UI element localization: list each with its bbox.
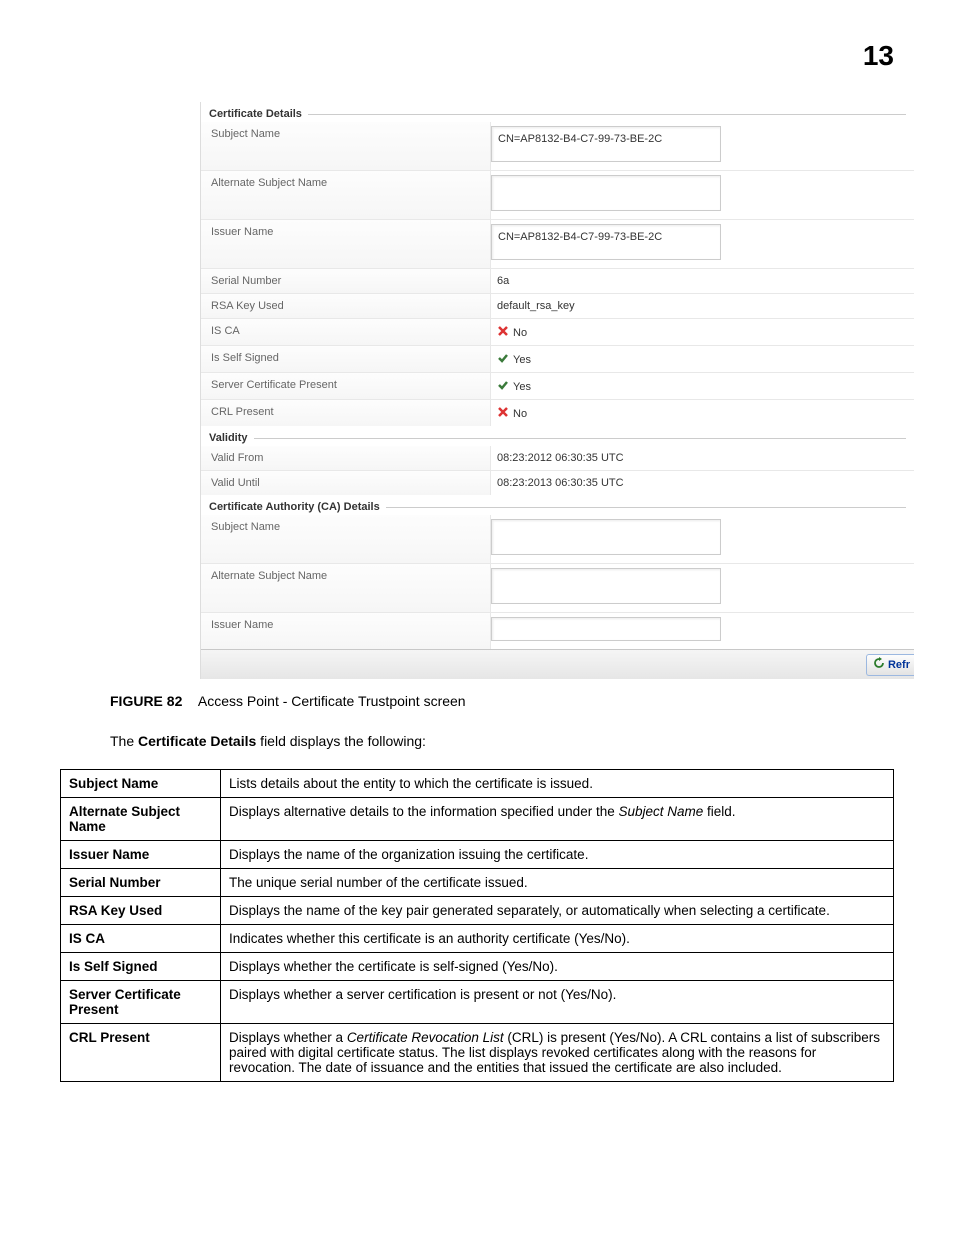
crl-present-value: No: [491, 400, 914, 426]
field-label: Subject Name: [201, 515, 491, 563]
table-row: Server Certificate PresentDisplays wheth…: [61, 981, 894, 1024]
valid-from-value: 08:23:2012 06:30:35 UTC: [491, 446, 914, 470]
divider-line: [254, 438, 906, 439]
term-cell: CRL Present: [61, 1024, 221, 1082]
field-label: Alternate Subject Name: [201, 564, 491, 612]
field-label: Alternate Subject Name: [201, 171, 491, 219]
subject-name-field[interactable]: CN=AP8132-B4-C7-99-73-BE-2C: [491, 126, 721, 162]
term-cell: RSA Key Used: [61, 897, 221, 925]
field-label: Issuer Name: [201, 613, 491, 649]
figure-caption: FIGURE 82 Access Point - Certificate Tru…: [110, 693, 894, 709]
table-row: RSA Key UsedDisplays the name of the key…: [61, 897, 894, 925]
field-label: Serial Number: [201, 269, 491, 293]
is-ca-value: No: [491, 319, 914, 345]
field-label: IS CA: [201, 319, 491, 345]
valid-until-value: 08:23:2013 06:30:35 UTC: [491, 471, 914, 495]
table-row: IS CAIndicates whether this certificate …: [61, 925, 894, 953]
table-row: CRL PresentDisplays whether a Certificat…: [61, 1024, 894, 1082]
intro-bold: Certificate Details: [138, 733, 256, 749]
section-header-cert-details: Certificate Details: [201, 102, 914, 122]
bottom-toolbar: Refr: [201, 649, 914, 679]
table-row: Alternate Subject NameDisplays alternati…: [61, 798, 894, 841]
term-cell: Subject Name: [61, 770, 221, 798]
term-cell: IS CA: [61, 925, 221, 953]
term-cell: Serial Number: [61, 869, 221, 897]
intro-prefix: The: [110, 733, 138, 749]
table-row: Is Self SignedDisplays whether the certi…: [61, 953, 894, 981]
ca-subject-name-field[interactable]: [491, 519, 721, 555]
desc-cell: Displays alternative details to the info…: [221, 798, 894, 841]
check-icon: [497, 381, 513, 393]
certificate-trustpoint-screenshot: Certificate Details Subject Name CN=AP81…: [200, 102, 914, 679]
alt-subject-name-field[interactable]: [491, 175, 721, 211]
field-label: CRL Present: [201, 400, 491, 426]
intro-text: The Certificate Details field displays t…: [110, 733, 894, 749]
term-cell: Is Self Signed: [61, 953, 221, 981]
page-number: 13: [60, 40, 894, 72]
term-cell: Issuer Name: [61, 841, 221, 869]
section-header-ca-details: Certificate Authority (CA) Details: [201, 495, 914, 515]
cross-icon: [497, 408, 513, 420]
desc-cell: Displays the name of the organization is…: [221, 841, 894, 869]
text: No: [513, 408, 527, 420]
ca-alt-subject-name-field[interactable]: [491, 568, 721, 604]
term-cell: Alternate Subject Name: [61, 798, 221, 841]
server-cert-present-value: Yes: [491, 373, 914, 399]
section-label: Validity: [209, 432, 248, 444]
refresh-icon: [873, 657, 888, 672]
text: Yes: [513, 354, 531, 366]
issuer-name-field[interactable]: CN=AP8132-B4-C7-99-73-BE-2C: [491, 224, 721, 260]
table-row: Issuer NameDisplays the name of the orga…: [61, 841, 894, 869]
field-label: Valid Until: [201, 471, 491, 495]
cross-icon: [497, 327, 513, 339]
field-label: RSA Key Used: [201, 294, 491, 318]
section-label: Certificate Authority (CA) Details: [209, 501, 380, 513]
field-label: Issuer Name: [201, 220, 491, 268]
refresh-label: Refr: [888, 659, 910, 671]
desc-cell: Displays whether a Certificate Revocatio…: [221, 1024, 894, 1082]
desc-cell: Displays whether the certificate is self…: [221, 953, 894, 981]
section-label: Certificate Details: [209, 108, 302, 120]
field-label: Is Self Signed: [201, 346, 491, 372]
intro-suffix: field displays the following:: [256, 733, 426, 749]
term-cell: Server Certificate Present: [61, 981, 221, 1024]
is-self-signed-value: Yes: [491, 346, 914, 372]
desc-cell: Lists details about the entity to which …: [221, 770, 894, 798]
figure-caption-text: Access Point - Certificate Trustpoint sc…: [198, 693, 466, 709]
figure-label: FIGURE 82: [110, 693, 182, 709]
text: Yes: [513, 381, 531, 393]
desc-cell: Indicates whether this certificate is an…: [221, 925, 894, 953]
desc-cell: Displays the name of the key pair genera…: [221, 897, 894, 925]
section-header-validity: Validity: [201, 426, 914, 446]
field-label: Subject Name: [201, 122, 491, 170]
desc-cell: Displays whether a server certification …: [221, 981, 894, 1024]
text: No: [513, 327, 527, 339]
table-row: Serial NumberThe unique serial number of…: [61, 869, 894, 897]
divider-line: [386, 507, 906, 508]
field-label: Server Certificate Present: [201, 373, 491, 399]
rsa-key-value: default_rsa_key: [491, 294, 914, 318]
refresh-button[interactable]: Refr: [866, 654, 914, 676]
serial-number-value: 6a: [491, 269, 914, 293]
check-icon: [497, 354, 513, 366]
table-row: Subject NameLists details about the enti…: [61, 770, 894, 798]
divider-line: [308, 114, 906, 115]
description-table: Subject NameLists details about the enti…: [60, 769, 894, 1082]
desc-cell: The unique serial number of the certific…: [221, 869, 894, 897]
ca-issuer-name-field[interactable]: [491, 617, 721, 641]
field-label: Valid From: [201, 446, 491, 470]
